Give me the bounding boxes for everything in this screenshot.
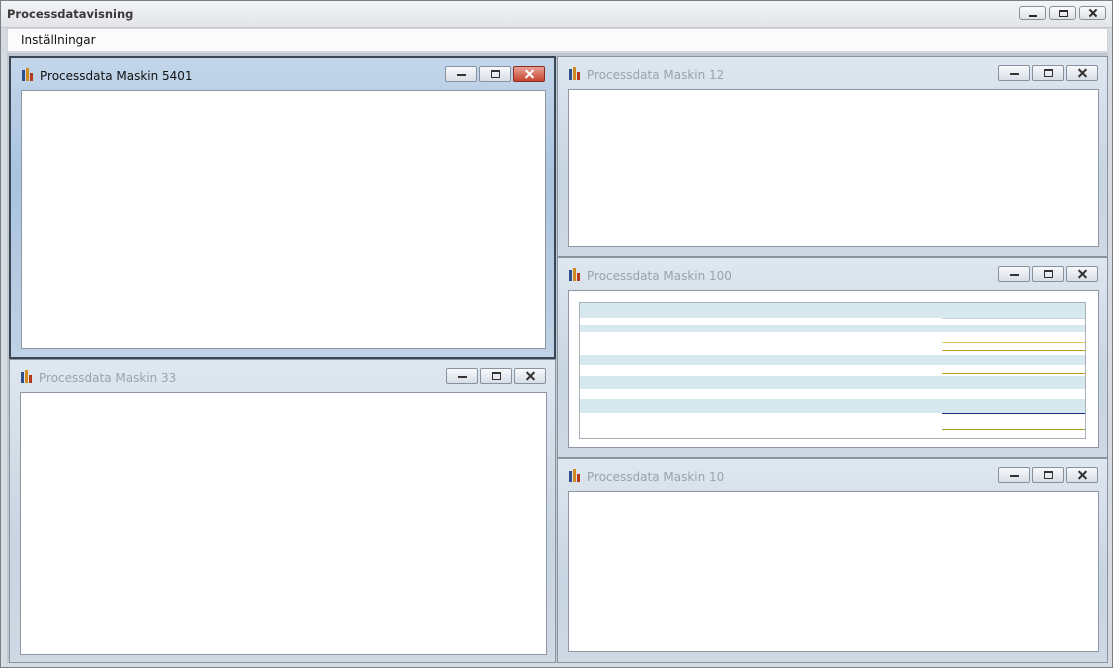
bar-chart-icon [22, 68, 33, 81]
process-data-grid[interactable] [579, 302, 1086, 439]
grid-row [580, 303, 1085, 318]
child-window-maskin-33[interactable]: Processdata Maskin 33 [9, 359, 556, 663]
maximize-button[interactable] [1049, 6, 1076, 20]
child-window-controls [445, 66, 545, 82]
bar-chart-icon [569, 268, 580, 281]
grid-row [580, 376, 1085, 389]
mdi-area: Processdata Maskin 5401 Processdata Mask… [7, 53, 1108, 663]
child-close-button[interactable] [1066, 467, 1098, 483]
child-title: Processdata Maskin 12 [587, 68, 725, 82]
child-restore-button[interactable] [479, 66, 511, 82]
child-minimize-button[interactable] [445, 66, 477, 82]
child-restore-button[interactable] [1032, 266, 1064, 282]
grid-line [942, 373, 1085, 374]
child-title-bar[interactable]: Processdata Maskin 100 [558, 258, 1107, 290]
window-controls [1019, 6, 1106, 20]
child-client-area[interactable] [20, 392, 547, 655]
grid-line [942, 350, 1085, 351]
child-client-area[interactable] [568, 290, 1099, 448]
child-close-button[interactable] [514, 368, 546, 384]
grid-row [580, 325, 1085, 332]
child-restore-button[interactable] [480, 368, 512, 384]
grid-line [942, 342, 1085, 343]
app-title: Processdatavisning [7, 7, 134, 21]
child-title-bar[interactable]: Processdata Maskin 12 [558, 57, 1107, 89]
bar-chart-icon [569, 67, 580, 80]
child-title-bar[interactable]: Processdata Maskin 10 [558, 459, 1107, 491]
bar-chart-icon [21, 370, 32, 383]
child-window-maskin-10[interactable]: Processdata Maskin 10 [557, 458, 1108, 663]
child-window-maskin-100[interactable]: Processdata Maskin 100 [557, 257, 1108, 458]
menu-bar: Inställningar [7, 28, 1108, 52]
child-window-controls [998, 65, 1098, 81]
child-client-area[interactable] [568, 491, 1099, 652]
child-title: Processdata Maskin 10 [587, 470, 725, 484]
child-client-area[interactable] [568, 89, 1099, 247]
child-restore-button[interactable] [1032, 467, 1064, 483]
child-close-button[interactable] [1066, 65, 1098, 81]
menu-item-installningar[interactable]: Inställningar [21, 33, 96, 47]
child-title: Processdata Maskin 33 [39, 371, 177, 385]
child-restore-button[interactable] [1032, 65, 1064, 81]
bar-chart-icon [569, 469, 580, 482]
child-window-controls [998, 467, 1098, 483]
child-window-controls [998, 266, 1098, 282]
grid-line [942, 429, 1085, 430]
child-minimize-button[interactable] [998, 467, 1030, 483]
child-window-controls [446, 368, 546, 384]
child-window-maskin-5401[interactable]: Processdata Maskin 5401 [9, 56, 556, 359]
child-minimize-button[interactable] [446, 368, 478, 384]
child-close-button[interactable] [513, 66, 545, 82]
child-minimize-button[interactable] [998, 65, 1030, 81]
grid-row [580, 399, 1085, 413]
grid-line [942, 413, 1085, 414]
close-button[interactable] [1079, 6, 1106, 20]
main-window: Processdatavisning Inställningar Process… [0, 0, 1113, 668]
grid-line [942, 318, 1085, 319]
child-title: Processdata Maskin 100 [587, 269, 732, 283]
minimize-button[interactable] [1019, 6, 1046, 20]
title-bar[interactable]: Processdatavisning [1, 1, 1112, 28]
child-minimize-button[interactable] [998, 266, 1030, 282]
child-title: Processdata Maskin 5401 [40, 69, 193, 83]
child-title-bar[interactable]: Processdata Maskin 33 [10, 360, 555, 392]
grid-row [580, 355, 1085, 365]
child-close-button[interactable] [1066, 266, 1098, 282]
child-client-area[interactable] [21, 90, 546, 349]
child-title-bar[interactable]: Processdata Maskin 5401 [11, 58, 554, 90]
child-window-maskin-12[interactable]: Processdata Maskin 12 [557, 56, 1108, 257]
